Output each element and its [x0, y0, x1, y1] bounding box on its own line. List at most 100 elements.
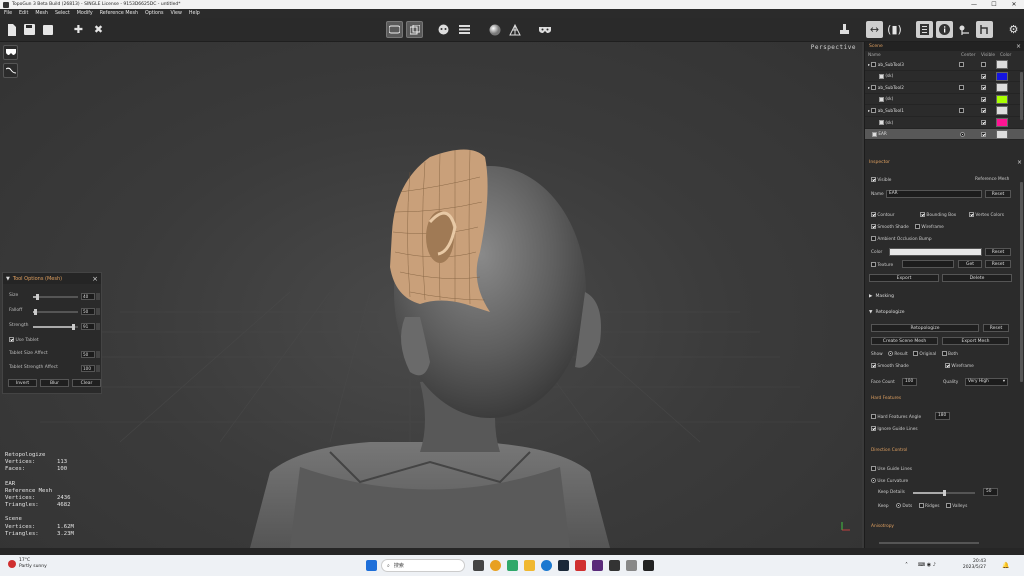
gear-icon[interactable]: ⚙ [1005, 21, 1022, 38]
keep-details-input[interactable]: 50 [983, 488, 998, 496]
info-icon[interactable] [936, 21, 953, 38]
tablet-strength-input[interactable]: 100 [81, 365, 95, 372]
use-tablet-checkbox[interactable] [9, 337, 14, 342]
search-box[interactable]: ⌕ 搜索 [381, 559, 465, 572]
minimize-button[interactable]: — [964, 0, 984, 9]
strength-spinner[interactable] [96, 323, 100, 330]
wireframe-shading-icon[interactable] [506, 21, 523, 38]
invert-button[interactable]: Invert [8, 379, 37, 387]
scene-panel-icon[interactable] [916, 21, 933, 38]
menu-help[interactable]: Help [189, 11, 200, 16]
strength-slider[interactable] [33, 324, 78, 330]
3d-viewport[interactable]: Perspective Retopologize Vertices: 113 Fa… [0, 42, 862, 548]
menu-select[interactable]: Select [55, 11, 70, 16]
center-checkbox[interactable] [959, 62, 964, 67]
color-swatch[interactable] [996, 106, 1008, 116]
maximize-button[interactable]: ☐ [984, 0, 1004, 9]
hard-features-angle-checkbox[interactable] [871, 414, 876, 419]
scene-row-1[interactable]: (sk) [865, 71, 1024, 83]
visible-checkbox[interactable] [981, 108, 986, 114]
menu-modify[interactable]: Modify [77, 11, 93, 16]
mask-tool-icon[interactable] [3, 45, 18, 60]
transform-arrows-icon[interactable]: ↔ [866, 21, 883, 38]
right-panel-scrollbar[interactable] [1020, 182, 1023, 382]
texture-checkbox[interactable] [871, 262, 876, 267]
scene-scrollbar[interactable] [1020, 72, 1023, 120]
app-icon-gray[interactable] [626, 560, 637, 571]
collapse-arrow-icon[interactable]: ▼ [869, 310, 872, 315]
tablet-strength-spinner[interactable] [96, 365, 100, 372]
head-mask-icon[interactable] [435, 21, 452, 38]
wireframe-checkbox[interactable] [915, 224, 920, 229]
menu-mesh[interactable]: Mesh [35, 11, 48, 16]
node-graph-icon[interactable] [956, 21, 973, 38]
scene-row-5[interactable]: (sk) [865, 117, 1024, 129]
use-guide-lines-checkbox[interactable] [871, 466, 876, 471]
smooth-shade-checkbox[interactable] [871, 224, 876, 229]
notifications-icon[interactable]: 🔔 [1002, 562, 1009, 569]
contour-checkbox[interactable] [871, 212, 876, 217]
weather-widget[interactable]: 17°C Partly sunny [8, 558, 47, 569]
layers-icon[interactable] [406, 21, 423, 38]
retopology-panel-icon[interactable] [976, 21, 993, 38]
close-icon[interactable]: × [92, 275, 98, 283]
size-slider[interactable] [33, 294, 78, 300]
close-scene-icon[interactable]: × [1016, 43, 1021, 50]
color-swatch[interactable] [996, 71, 1008, 81]
both-checkbox[interactable] [941, 351, 947, 356]
menu-view[interactable]: View [171, 11, 182, 16]
mask-icon[interactable] [536, 21, 553, 38]
retopo-wireframe-checkbox[interactable] [945, 363, 950, 368]
ambient-occlusion-checkbox[interactable] [871, 236, 876, 241]
file-explorer-icon[interactable] [524, 560, 535, 571]
dots-radio[interactable] [896, 503, 901, 508]
falloff-slider[interactable] [33, 309, 78, 315]
add-icon[interactable]: ✚ [70, 21, 87, 38]
app-icon-purple[interactable] [592, 560, 603, 571]
brush-tool-icon[interactable] [836, 21, 853, 38]
visible-checkbox[interactable] [981, 73, 986, 79]
steam-icon[interactable] [558, 560, 569, 571]
scene-row-3[interactable]: (sk) [865, 94, 1024, 106]
expand-arrow-icon[interactable]: ▶ [869, 294, 872, 299]
scene-row-2[interactable]: ▸ ab_SubTool2 [865, 82, 1024, 94]
symmetry-icon[interactable]: (▮) [886, 21, 903, 38]
menu-edit[interactable]: Edit [19, 11, 28, 16]
menu-file[interactable]: File [4, 11, 12, 16]
visible-checkbox[interactable] [981, 131, 986, 137]
clock[interactable]: 20:43 2023/5/27 [958, 559, 986, 571]
retopologize-button[interactable]: Retopologize [871, 324, 979, 332]
save-as-icon[interactable] [40, 21, 57, 38]
retopo-reset-button[interactable]: Reset [983, 324, 1009, 332]
visible-checkbox[interactable] [981, 96, 986, 102]
strength-input[interactable]: 91 [81, 323, 95, 330]
color-picker[interactable] [889, 248, 982, 256]
scene-row-6[interactable]: EAR [865, 128, 1024, 141]
vertex-colors-checkbox[interactable] [969, 212, 974, 217]
viewport-mode-label[interactable]: Perspective [811, 44, 856, 51]
texture-get-button[interactable]: Get [958, 260, 982, 268]
name-reset-button[interactable]: Reset [985, 190, 1011, 198]
center-checkbox[interactable] [959, 85, 964, 91]
scene-row-4[interactable]: ▸ ab_SubTool1 [865, 105, 1024, 117]
result-radio[interactable] [887, 351, 893, 356]
export-mesh-button[interactable]: Export Mesh [942, 337, 1009, 345]
keep-details-slider[interactable] [913, 490, 975, 496]
visible-checkbox[interactable] [981, 119, 986, 125]
tray-chevron-icon[interactable]: ˄ [905, 562, 908, 569]
blur-button[interactable]: Blur [40, 379, 69, 387]
viewport-canvas[interactable] [0, 42, 862, 548]
face-count-input[interactable]: 100 [902, 378, 917, 386]
view-mode-icon[interactable] [386, 21, 403, 38]
color-swatch[interactable] [996, 129, 1008, 139]
use-curvature-radio[interactable] [871, 478, 876, 483]
falloff-spinner[interactable] [96, 308, 100, 315]
center-radio[interactable] [960, 131, 965, 137]
tablet-size-spinner[interactable] [96, 351, 100, 358]
falloff-slider-knob[interactable] [34, 309, 38, 315]
ignore-guide-lines-checkbox[interactable] [871, 426, 876, 431]
anisotropy-slider[interactable] [879, 542, 979, 544]
settings-panel-icon[interactable] [456, 21, 473, 38]
center-checkbox[interactable] [959, 108, 964, 114]
size-spinner[interactable] [96, 293, 100, 300]
